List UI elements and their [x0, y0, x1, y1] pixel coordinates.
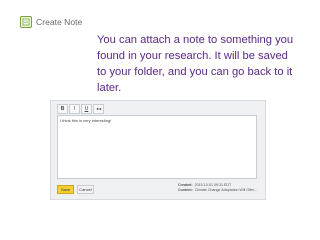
underline-button[interactable]: U — [81, 104, 92, 114]
content-value: Climate Change Adaptation Will Offer... — [194, 188, 258, 192]
created-value: 2015-10-01 09:31 EDT — [194, 183, 232, 187]
page: Create Note You can attach a note to som… — [0, 0, 320, 240]
content-label: Content: — [178, 188, 193, 192]
content-row: Content: Climate Change Adaptation Will O… — [178, 188, 257, 193]
instruction-caption: You can attach a note to something you f… — [97, 34, 294, 94]
italic-button[interactable]: I — [69, 104, 80, 114]
note-textarea[interactable]: I think this is very interesting! — [57, 115, 257, 179]
note-metadata: Created: 2015-10-01 09:31 EDT Content: Cli… — [178, 183, 257, 193]
bold-button[interactable]: B — [57, 104, 68, 114]
editor-toolbar: B I U — [57, 104, 105, 114]
link-icon — [96, 107, 101, 111]
note-editor-panel: B I U I think this is very interesting! … — [50, 100, 266, 200]
form-actions: Save Cancel — [57, 185, 94, 194]
note-icon — [20, 16, 32, 28]
page-title: Create Note — [36, 17, 83, 27]
cancel-button[interactable]: Cancel — [77, 185, 94, 194]
created-label: Created: — [178, 183, 193, 187]
save-button[interactable]: Save — [57, 185, 74, 194]
link-button[interactable] — [93, 104, 104, 114]
header: Create Note — [20, 16, 82, 28]
